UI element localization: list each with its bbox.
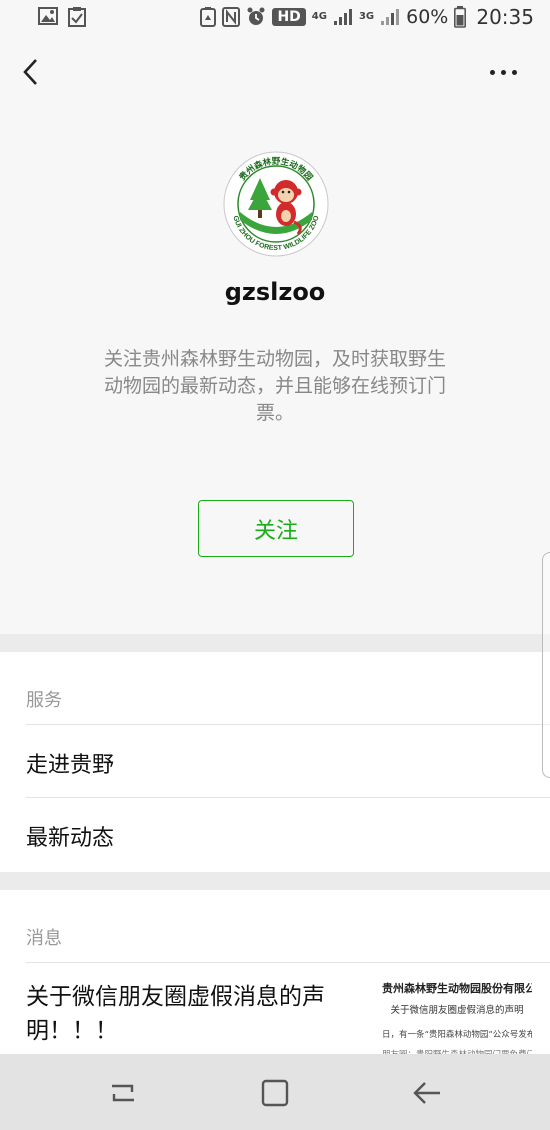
services-title: 服务 [26, 690, 62, 711]
more-dots-icon [490, 69, 495, 75]
section-gap [0, 634, 550, 652]
recent-apps-icon [112, 1084, 134, 1102]
nfc-icon [222, 7, 241, 27]
messages-title: 消息 [26, 928, 62, 949]
signal-icon [333, 9, 352, 25]
network-3g-label: 3G [358, 11, 375, 22]
clock: 20:35 [476, 5, 534, 29]
section-gap [0, 872, 550, 890]
signal-icon-secondary [381, 9, 400, 25]
back-nav-button[interactable] [410, 1076, 444, 1110]
home-icon [261, 1079, 289, 1107]
alarm-icon [247, 7, 265, 25]
system-navigation-bar [0, 1054, 550, 1130]
zoo-logo: 贵州森林野生动物园 GUI ZHOU FOREST WILDLIFE ZOO [222, 150, 330, 258]
messages-section: 消息 关于微信朋友圈虚假消息的声明！！！ 贵州森林野生动物园股份有限公司 关于微… [0, 890, 550, 1058]
account-name: gzslzoo [224, 278, 326, 306]
more-dots-icon [512, 69, 517, 75]
status-bar: HD 4G 3G 60% 20:35 [0, 0, 550, 36]
hd-badge: HD [272, 8, 306, 26]
recent-apps-button[interactable] [106, 1076, 140, 1110]
more-dots-icon [501, 69, 506, 75]
nav-bar [0, 36, 550, 108]
battery-percent: 60% [406, 6, 449, 28]
thumb-subheading: 关于微信朋友圈虚假消息的声明 [390, 1005, 524, 1016]
edge-panel-handle[interactable] [542, 552, 550, 778]
more-button[interactable] [490, 62, 524, 82]
thumb-heading: 贵州森林野生动物园股份有限公司 [382, 982, 532, 995]
chevron-left-icon [23, 59, 37, 85]
back-arrow-icon [413, 1082, 440, 1104]
gallery-icon [38, 7, 58, 25]
menu-item-label: 走进贵野 [26, 753, 115, 778]
account-intro: 关注贵州森林野生动物园，及时获取野生动物园的最新动态，并且能够在线预订门票。 [103, 348, 446, 424]
battery-icon [454, 6, 467, 28]
back-button[interactable] [18, 54, 48, 90]
menu-item-about[interactable]: 走进贵野 [0, 725, 550, 797]
follow-button[interactable]: 关注 [198, 500, 354, 557]
network-4g-label: 4G [311, 11, 327, 22]
thumb-body-line: 日，有一条“贵阳森林动物园”公众号发布 [382, 1030, 532, 1040]
message-thumbnail: 贵州森林野生动物园股份有限公司 关于微信朋友圈虚假消息的声明 日，有一条“贵阳森… [382, 978, 532, 1058]
menu-item-news[interactable]: 最新动态 [0, 798, 550, 870]
task-check-icon [68, 7, 86, 27]
home-button[interactable] [258, 1076, 292, 1110]
message-item[interactable]: 关于微信朋友圈虚假消息的声明！！！ 贵州森林野生动物园股份有限公司 关于微信朋友… [0, 963, 550, 1058]
services-section: 服务 走进贵野 最新动态 [0, 652, 550, 872]
account-profile: 贵州森林野生动物园 GUI ZHOU FOREST WILDLIFE ZOO g… [0, 108, 550, 634]
menu-item-label: 最新动态 [26, 826, 115, 851]
message-title: 关于微信朋友圈虚假消息的声明！！！ [26, 984, 325, 1044]
recycle-icon [200, 7, 217, 27]
